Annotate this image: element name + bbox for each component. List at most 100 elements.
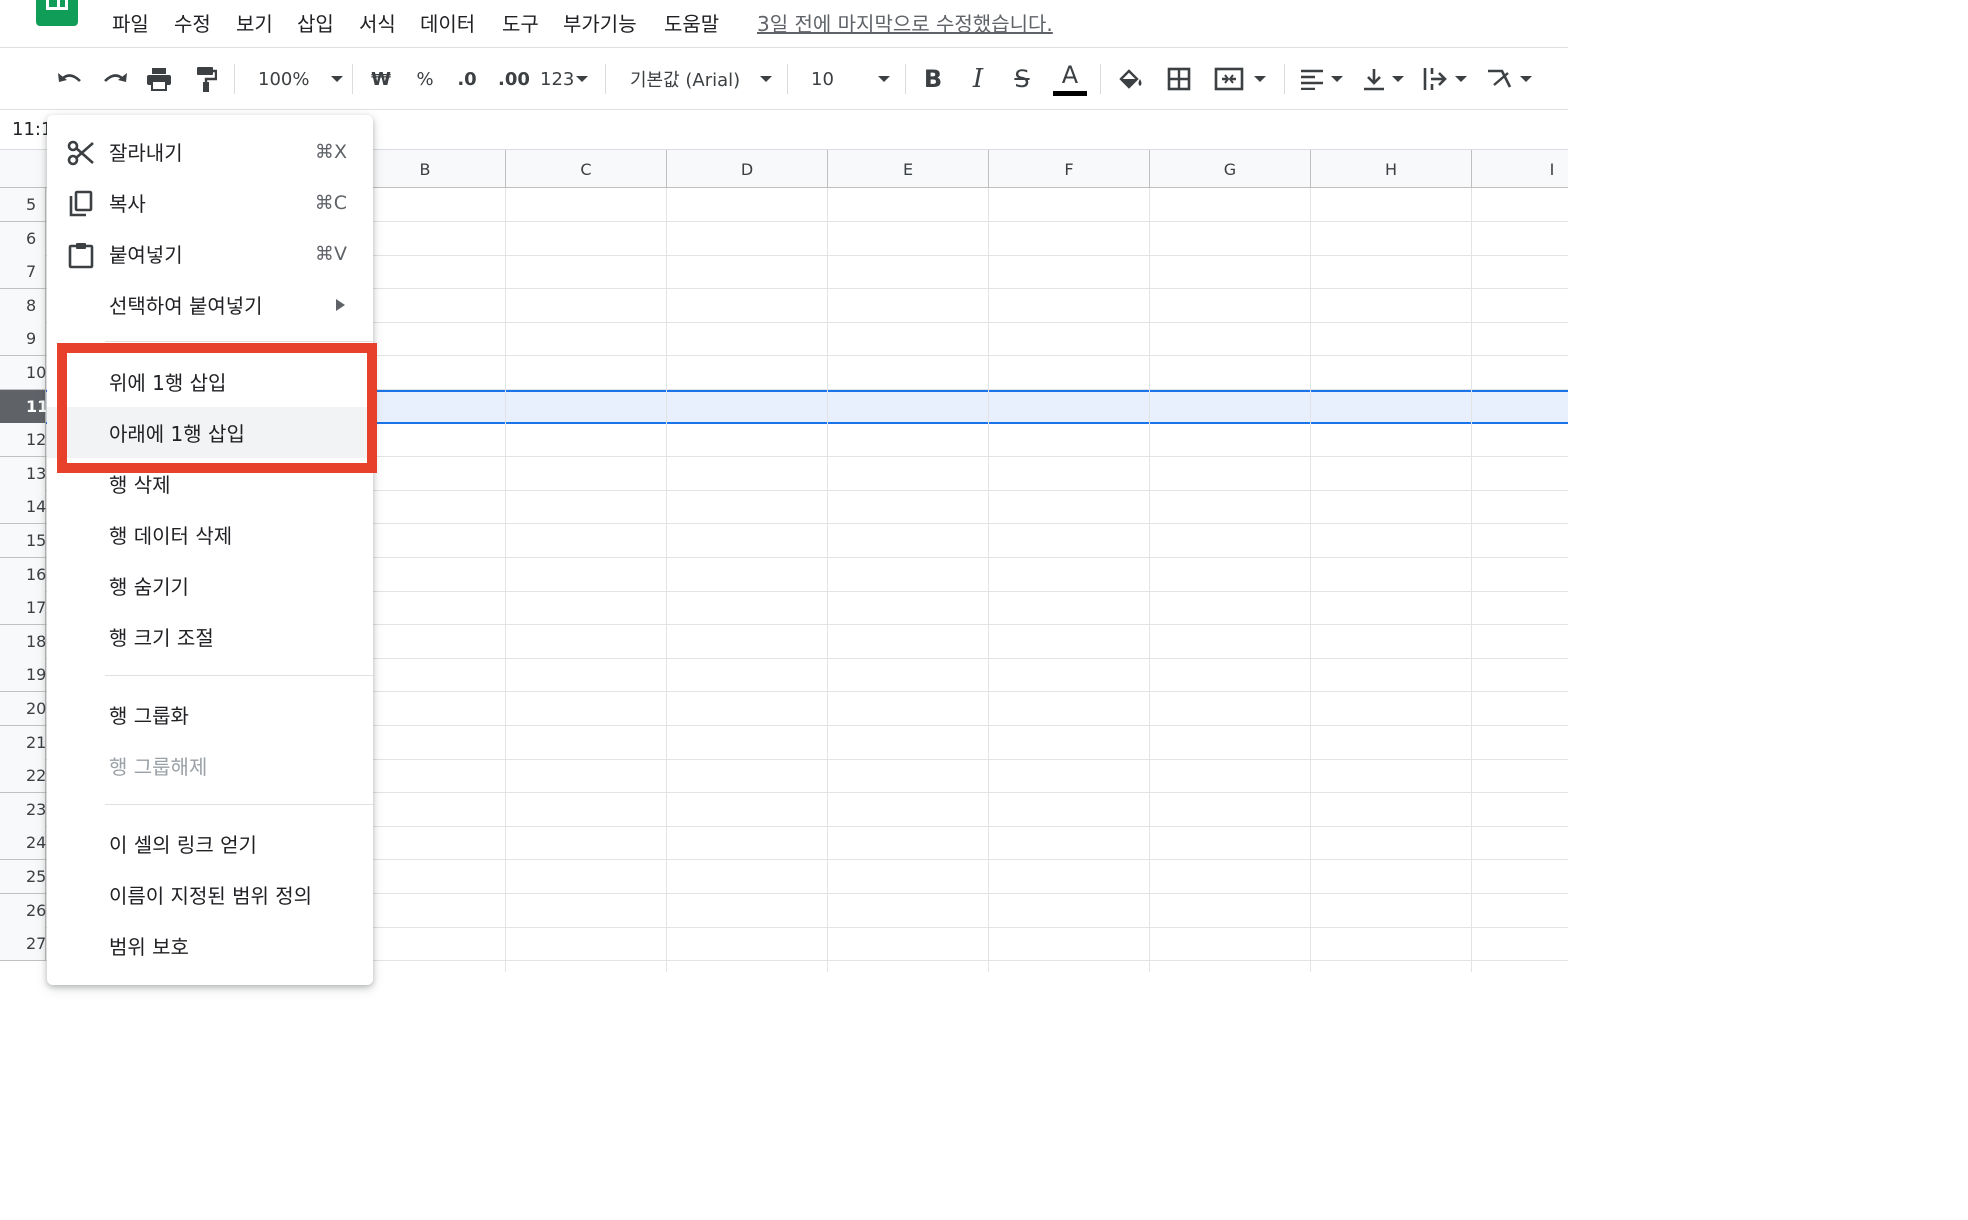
- menu-item-get-link[interactable]: 이 셀의 링크 얻기: [47, 818, 373, 869]
- menu-edit[interactable]: 수정: [174, 8, 211, 37]
- column-gridline: [666, 188, 667, 972]
- row-header[interactable]: 16: [0, 557, 46, 592]
- menu-tools[interactable]: 도구: [502, 8, 539, 37]
- copy-icon: [69, 190, 93, 217]
- menu-item-copy[interactable]: 복사 ⌘C: [47, 177, 373, 228]
- row-header[interactable]: 6: [0, 221, 46, 256]
- row-header[interactable]: 10: [0, 356, 46, 390]
- column-header-f[interactable]: F: [988, 150, 1149, 188]
- column-header-h[interactable]: H: [1310, 150, 1471, 188]
- clipboard-icon: [68, 243, 94, 269]
- paint-format-button[interactable]: [188, 48, 224, 110]
- align-bottom-icon: [1364, 69, 1384, 91]
- row-header[interactable]: 12: [0, 423, 46, 458]
- menu-item-resize-row[interactable]: 행 크기 조절: [47, 611, 373, 662]
- row-header[interactable]: 19: [0, 658, 46, 693]
- currency-format-button[interactable]: ₩: [364, 48, 398, 110]
- fill-color-button[interactable]: [1112, 48, 1150, 110]
- toolbar-divider: [1284, 64, 1285, 94]
- row-header[interactable]: 14: [0, 490, 46, 525]
- menu-item-label: 행 크기 조절: [109, 626, 214, 650]
- row-header[interactable]: 26: [0, 893, 46, 928]
- row-header[interactable]: 23: [0, 792, 46, 827]
- text-color-icon: A: [1061, 60, 1079, 89]
- menu-item-delete-row[interactable]: 행 삭제: [47, 458, 373, 509]
- sheets-logo-icon[interactable]: [36, 0, 78, 26]
- column-header-d[interactable]: D: [666, 150, 827, 188]
- row-header[interactable]: 20: [0, 692, 46, 726]
- menu-item-insert-row-below[interactable]: 아래에 1행 삽입: [47, 407, 373, 458]
- text-color-button[interactable]: A: [1050, 48, 1090, 110]
- row-header[interactable]: 9: [0, 322, 46, 357]
- redo-button[interactable]: [97, 48, 133, 110]
- undo-icon: [58, 73, 81, 82]
- toolbar-divider: [1100, 64, 1101, 94]
- column-gridline: [1471, 188, 1472, 972]
- italic-button[interactable]: I: [960, 48, 996, 110]
- row-header[interactable]: 17: [0, 591, 46, 626]
- number-format-select[interactable]: 123: [540, 48, 594, 110]
- menu-file[interactable]: 파일: [112, 8, 149, 37]
- text-wrap-button[interactable]: [1418, 48, 1472, 110]
- decrease-decimal-button[interactable]: .0: [450, 48, 484, 110]
- merge-cells-button[interactable]: [1208, 48, 1272, 110]
- column-header-i[interactable]: I: [1471, 150, 1568, 188]
- row-header[interactable]: 13: [0, 456, 46, 491]
- menu-item-named-range[interactable]: 이름이 지정된 범위 정의: [47, 869, 373, 920]
- menu-help[interactable]: 도움말: [664, 8, 719, 37]
- horizontal-align-button[interactable]: [1294, 48, 1348, 110]
- column-header-e[interactable]: E: [827, 150, 988, 188]
- menu-view[interactable]: 보기: [236, 8, 273, 37]
- menu-item-group-row[interactable]: 행 그룹화: [47, 689, 373, 740]
- menu-item-label: 위에 1행 삽입: [109, 371, 227, 395]
- bold-button[interactable]: B: [915, 48, 951, 110]
- row-header[interactable]: 22: [0, 759, 46, 794]
- scissors-icon: [67, 140, 94, 166]
- row-header[interactable]: 8: [0, 288, 46, 323]
- undo-button[interactable]: [52, 48, 88, 110]
- menu-item-hide-row[interactable]: 행 숨기기: [47, 560, 373, 611]
- menu-item-label: 잘라내기: [109, 141, 183, 165]
- menu-item-paste[interactable]: 붙여넣기 ⌘V: [47, 228, 373, 279]
- strikethrough-button[interactable]: S: [1004, 48, 1040, 110]
- row-header[interactable]: 11: [0, 389, 48, 424]
- column-header-g[interactable]: G: [1149, 150, 1310, 188]
- vertical-align-button[interactable]: [1358, 48, 1408, 110]
- menu-item-cut[interactable]: 잘라내기 ⌘X: [47, 126, 373, 177]
- text-rotation-button[interactable]: [1482, 48, 1536, 110]
- context-menu: 잘라내기 ⌘X 복사 ⌘C 붙여넣기 ⌘V 선택하여 붙여넣기 위에 1행 삽입…: [47, 115, 373, 985]
- align-left-icon: [1301, 69, 1323, 90]
- row-header[interactable]: 24: [0, 826, 46, 861]
- menu-item-paste-special[interactable]: 선택하여 붙여넣기: [47, 279, 373, 330]
- percent-format-button[interactable]: %: [408, 48, 442, 110]
- font-size-select[interactable]: 10: [799, 48, 895, 110]
- row-header[interactable]: 25: [0, 860, 46, 894]
- row-header[interactable]: 5: [0, 188, 46, 222]
- text-wrap-icon: [1423, 68, 1447, 90]
- chevron-down-icon: [1331, 76, 1343, 82]
- menu-item-clear-row[interactable]: 행 데이터 삭제: [47, 509, 373, 560]
- increase-decimal-button[interactable]: .00: [494, 48, 534, 110]
- menu-insert[interactable]: 삽입: [297, 8, 334, 37]
- menu-item-label: 복사: [109, 192, 146, 216]
- print-button[interactable]: [141, 48, 177, 110]
- row-header[interactable]: 18: [0, 624, 46, 659]
- borders-button[interactable]: [1160, 48, 1198, 110]
- toolbar-divider: [787, 64, 788, 94]
- menu-addons[interactable]: 부가기능: [563, 8, 637, 37]
- row-header[interactable]: 7: [0, 255, 46, 290]
- menu-data[interactable]: 데이터: [420, 8, 475, 37]
- menu-item-label: 선택하여 붙여넣기: [109, 294, 263, 318]
- menu-format[interactable]: 서식: [359, 8, 396, 37]
- column-header-c[interactable]: C: [505, 150, 666, 188]
- row-header[interactable]: 15: [0, 524, 46, 558]
- zoom-select[interactable]: 100%: [246, 48, 344, 110]
- last-edit-link[interactable]: 3일 전에 마지막으로 수정했습니다.: [757, 8, 1053, 37]
- row-header[interactable]: 27: [0, 927, 46, 962]
- menu-divider: [105, 341, 373, 342]
- row-header[interactable]: 21: [0, 725, 46, 760]
- menu-item-protect-range[interactable]: 범위 보호: [47, 920, 373, 971]
- menu-item-insert-row-above[interactable]: 위에 1행 삽입: [47, 356, 373, 407]
- font-select[interactable]: 기본값 (Arial): [618, 48, 778, 110]
- toolbar-divider: [234, 64, 235, 94]
